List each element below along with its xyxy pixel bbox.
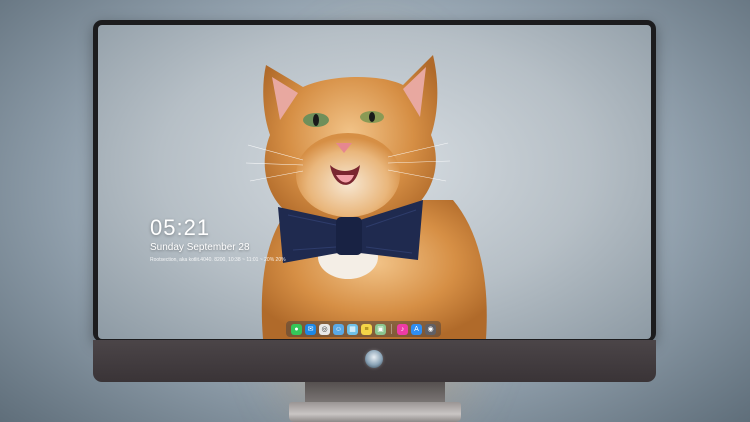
app-store-icon[interactable]: A	[411, 323, 422, 335]
cat-wallpaper	[245, 55, 487, 339]
lock-screen[interactable]: 05:21 Sunday September 28 Rootsection, a…	[98, 25, 651, 339]
mail-icon[interactable]: ✉	[305, 323, 316, 335]
safari-icon[interactable]: ◎	[319, 323, 330, 335]
monitor-logo-icon	[365, 350, 383, 368]
camera-icon[interactable]: ◉	[425, 323, 436, 335]
messages-icon[interactable]: ●	[291, 323, 302, 335]
finder-icon[interactable]: ☺	[333, 323, 344, 335]
photos-icon[interactable]: ▦	[347, 323, 358, 335]
monitor-bezel: 05:21 Sunday September 28 Rootsection, a…	[93, 20, 656, 342]
lock-screen-clock: 05:21	[150, 215, 211, 240]
lock-screen-info-line: Rootsection, aka kotlit.4040. 8200, 10:3…	[150, 257, 286, 263]
notes-icon[interactable]: ≡	[361, 323, 372, 335]
dock-separator	[391, 324, 392, 334]
monitor-stand-base	[289, 402, 461, 422]
preview-icon[interactable]: ▣	[375, 323, 386, 335]
lock-screen-date: Sunday September 28	[150, 242, 250, 253]
imac-monitor: 05:21 Sunday September 28 Rootsection, a…	[93, 20, 656, 422]
dock: ● ✉ ◎ ☺ ▦ ≡ ▣ ♪ A ◉	[286, 321, 441, 337]
music-icon[interactable]: ♪	[397, 323, 408, 335]
monitor-stand-neck	[305, 382, 445, 404]
